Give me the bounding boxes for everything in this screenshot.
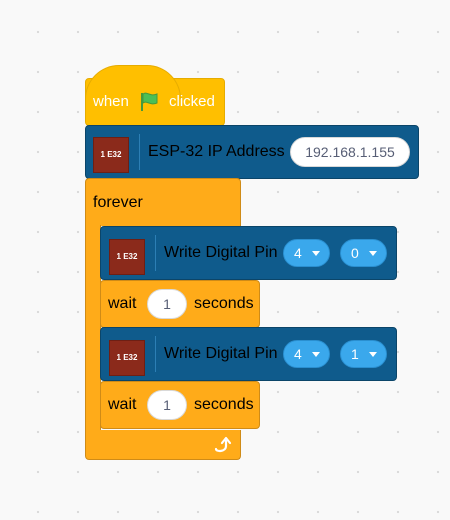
pin-value: 4 [294,245,302,261]
write-digital-pin-label: Write Digital Pin [164,244,278,261]
ip-address-label: ESP-32 IP Address [148,143,285,160]
e32-extension-icon: 1 E32 [109,239,145,275]
separator [155,336,156,372]
digital-value: 0 [351,245,359,261]
green-flag-icon [141,92,158,111]
separator [155,235,156,271]
pin-value: 4 [294,346,302,362]
e32-extension-icon: 1 E32 [93,137,129,173]
ip-address-input[interactable]: 192.168.1.155 [290,137,410,167]
when-label: when [93,93,129,110]
forever-left-arm [85,225,101,435]
pin-dropdown[interactable]: 4 [283,239,330,267]
forever-label: forever [93,194,143,211]
pin-dropdown[interactable]: 4 [283,340,330,368]
chevron-down-icon [312,352,320,357]
wait-seconds-input[interactable]: 1 [147,289,187,319]
loop-arrow-icon [214,436,232,453]
digital-value: 1 [351,346,359,362]
wait-seconds-input[interactable]: 1 [147,390,187,420]
value-dropdown[interactable]: 0 [340,239,387,267]
separator [139,134,140,170]
seconds-label: seconds [194,295,254,312]
e32-extension-icon: 1 E32 [109,340,145,376]
wait-label: wait [108,295,137,312]
write-digital-pin-label: Write Digital Pin [164,345,278,362]
seconds-label: seconds [194,396,254,413]
wait-label: wait [108,396,137,413]
value-dropdown[interactable]: 1 [340,340,387,368]
chevron-down-icon [369,352,377,357]
chevron-down-icon [312,251,320,256]
clicked-label: clicked [169,93,215,110]
chevron-down-icon [369,251,377,256]
